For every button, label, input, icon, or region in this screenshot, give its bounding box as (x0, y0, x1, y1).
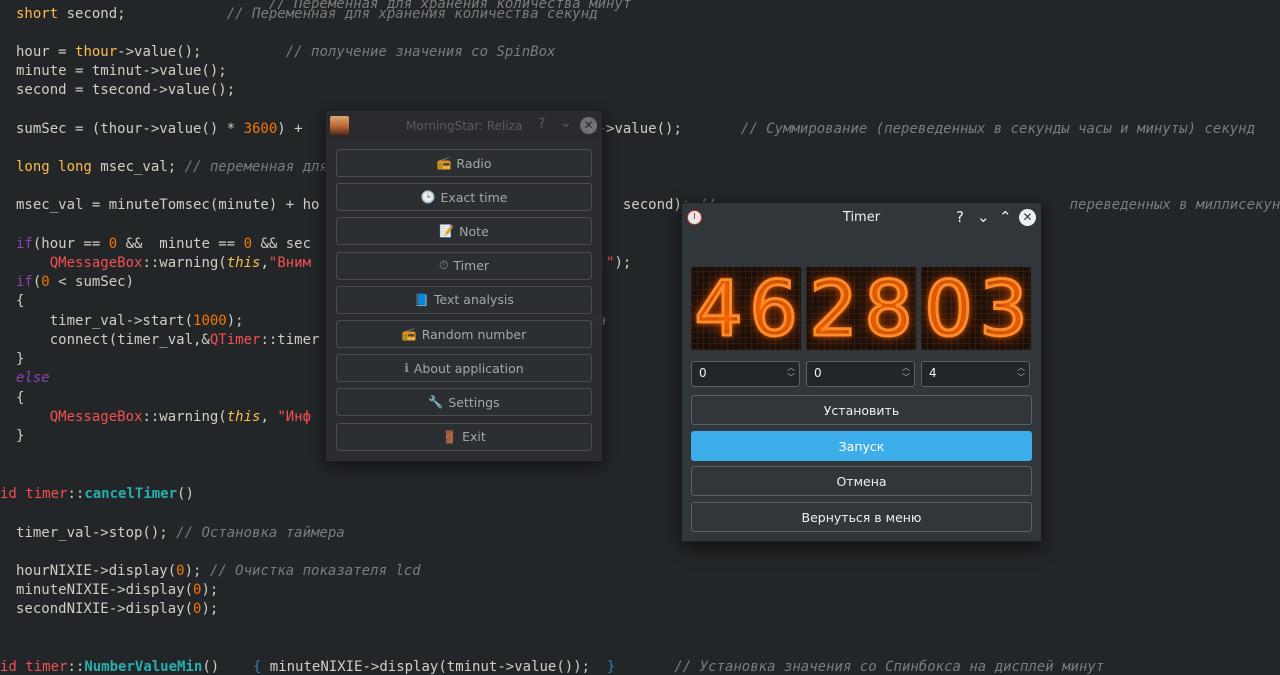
code-line: QMessageBox::warning(this, "Инф (49, 409, 312, 425)
settings-icon: 🔧 (428, 395, 444, 410)
code-line: { (16, 390, 25, 406)
random-number-icon: 📻 (401, 327, 417, 341)
start-button[interactable]: Запуск (691, 431, 1032, 461)
code-line: id timer::NumberValueMin() { minuteNIXIE… (0, 659, 1105, 675)
code-line: { (16, 293, 25, 309)
hours-spinbox[interactable]: 0 ︿ ﹀ (691, 361, 800, 387)
spinbox-arrows-icon[interactable]: ︿ ﹀ (1017, 363, 1025, 383)
button-label: Settings (448, 394, 500, 410)
exit-icon: 🚪 (442, 429, 458, 444)
nixie-digit: 6 (748, 267, 799, 350)
code-line: second = tsecond->value(); (16, 82, 236, 98)
main-window-title: MorningStar: Reliza (406, 119, 523, 133)
code-line: msec_val = minuteTomsec(minute) + ho sec… (16, 197, 1280, 213)
timer-titlebar[interactable]: Timer ? ⌄ ⌃ ✕ (682, 203, 1041, 231)
minimize-icon[interactable]: ⌄ (977, 208, 990, 226)
about-application-button[interactable]: ℹ About application (336, 354, 592, 383)
app-logo-icon (330, 116, 349, 135)
text-analysis-icon: 📘 (414, 292, 430, 307)
code-line: } (16, 351, 25, 367)
button-label: Note (459, 223, 489, 239)
button-label: Timer (453, 258, 490, 274)
code-line: short second; // Переменная для хранения… (16, 6, 598, 22)
help-icon[interactable]: ? (538, 116, 545, 132)
spinbox-value: 4 (929, 366, 937, 380)
timer-icon: ⏱ (438, 258, 449, 273)
code-line: timer_val->stop(); // Остановка таймера (16, 525, 345, 541)
radio-button[interactable]: 📻 Radio (336, 149, 592, 177)
close-icon[interactable]: ✕ (580, 117, 597, 134)
exact-time-button[interactable]: 🕒 Exact time (336, 183, 592, 212)
nixie-digit: 8 (863, 267, 914, 350)
note-button[interactable]: 📝 Note (336, 217, 592, 246)
code-line: minute = tminut->value(); (16, 63, 227, 79)
random-number-button[interactable]: 📻 Random number (336, 320, 592, 348)
timer-button[interactable]: ⏱ Timer (336, 251, 592, 280)
nixie-digit: 4 (693, 267, 744, 350)
back-to-menu-button[interactable]: Вернуться в меню (691, 502, 1032, 532)
spinbox-arrows-icon[interactable]: ︿ ﹀ (902, 363, 910, 383)
exact-time-icon: 🕒 (420, 190, 436, 205)
nixie-display-hours: 4 6 (691, 267, 801, 350)
code-line: long long msec_val; // переменная для (16, 159, 328, 175)
exit-button[interactable]: 🚪 Exit (336, 422, 592, 451)
nixie-digit: 2 (808, 267, 859, 350)
note-icon: 📝 (439, 224, 455, 239)
minimize-icon[interactable]: ⌄ (560, 115, 572, 131)
button-label: Exit (462, 429, 486, 445)
main-window-titlebar[interactable]: MorningStar: Reliza ? ⌄ ✕ (326, 111, 602, 141)
about-application-icon: ℹ (404, 361, 409, 376)
code-line: id timer::cancelTimer() (0, 486, 194, 502)
button-label: Radio (456, 155, 492, 171)
settings-button[interactable]: 🔧 Settings (336, 388, 592, 417)
spinbox-value: 0 (814, 366, 822, 380)
code-line: minuteNIXIE->display(0); (16, 582, 219, 598)
nixie-display-minutes: 2 8 (806, 267, 916, 350)
code-editor-background: // Переменная для хранения количества ми… (0, 0, 1280, 675)
morningstar-main-window: MorningStar: Reliza ? ⌄ ✕ 📻 Radio 🕒 Exact t… (325, 110, 603, 462)
minutes-spinbox[interactable]: 0 ︿ ﹀ (806, 361, 915, 387)
code-line: if(hour == 0 && minute == 0 && sec (16, 236, 312, 252)
code-line: } (16, 428, 25, 444)
spinbox-value: 0 (699, 366, 707, 380)
spinbox-arrows-icon[interactable]: ︿ ﹀ (787, 363, 795, 383)
code-line: hourNIXIE->display(0); // Очистка показа… (16, 563, 421, 579)
code-line: hour = thour->value(); // получение знач… (16, 44, 556, 60)
nixie-digit: 0 (923, 267, 974, 350)
code-line: sumSec = (thour->value() * 3600) + d->va… (16, 121, 1256, 137)
radio-icon: 📻 (436, 156, 452, 170)
maximize-icon[interactable]: ⌃ (999, 208, 1012, 226)
close-icon[interactable]: ✕ (1019, 209, 1036, 226)
nixie-digit: 3 (978, 267, 1029, 350)
nixie-display-seconds: 0 3 (921, 267, 1031, 350)
code-line: connect(timer_val,&QTimer::timer (16, 332, 320, 348)
button-label: Text analysis (434, 292, 514, 308)
seconds-spinbox[interactable]: 4 ︿ ﹀ (921, 361, 1030, 387)
button-label: Exact time (440, 189, 508, 205)
code-line: secondNIXIE->display(0); (16, 601, 219, 617)
set-button[interactable]: Установить (691, 395, 1032, 425)
button-label: About application (413, 360, 524, 376)
timer-window: Timer ? ⌄ ⌃ ✕ 4 6 2 8 0 3 0 ︿ ﹀ 0 ︿ ﹀ 4 ︿ ﹀… (681, 202, 1042, 542)
cancel-button[interactable]: Отмена (691, 466, 1032, 496)
code-line: else (16, 370, 50, 386)
text-analysis-button[interactable]: 📘 Text analysis (336, 285, 592, 314)
code-line: if(0 < sumSec) (16, 274, 135, 290)
help-icon[interactable]: ? (956, 208, 964, 226)
button-label: Random number (421, 326, 527, 342)
